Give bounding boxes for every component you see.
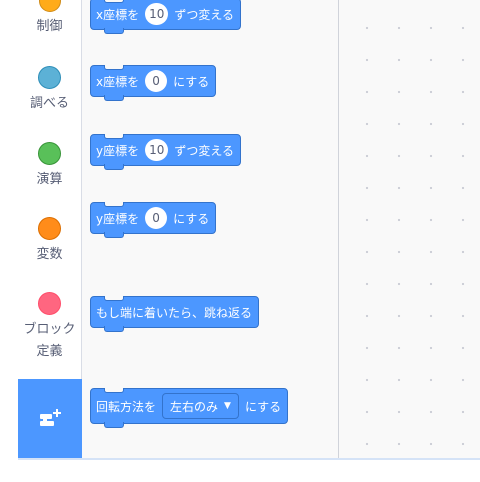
palette-scrollbar[interactable] [330,0,338,458]
script-workspace[interactable] [339,0,480,458]
rotation-style-dropdown[interactable]: 左右のみ ▼ [162,393,239,419]
add-extension-button[interactable] [18,379,82,458]
change-x-block[interactable]: x座標を 10 ずつ変える [90,0,242,34]
category-sensing[interactable]: 調べる [18,66,81,115]
category-my-blocks-dot [38,292,61,315]
category-sensing-dot [38,66,61,89]
block-text: 回転方法を [96,399,157,414]
block-text: y座標を [96,211,140,226]
category-variables-dot [38,217,61,240]
block-text: y座標を [96,143,140,158]
change-x-value-input[interactable]: 10 [145,3,169,25]
left-strip [0,0,18,458]
category-label: 演算 [36,172,63,187]
category-label: 調べる [29,96,69,111]
change-y-value-input[interactable]: 10 [145,139,169,161]
block-text: x座標を [96,7,140,22]
category-operators-dot [38,142,61,165]
set-y-block[interactable]: y座標を 0 にする [90,202,217,238]
block-text: にする [244,399,282,414]
category-label: 変数 [36,247,63,262]
block-text: ずつ変える [174,7,235,22]
set-x-value-input[interactable]: 0 [145,70,168,92]
dropdown-caret-icon: ▼ [224,401,231,411]
bottom-bar [18,458,480,482]
bounce-on-edge-block[interactable]: もし端に着いたら、跳ね返る [90,296,260,332]
set-x-block[interactable]: x座標を 0 にする [90,65,217,101]
change-y-block[interactable]: y座標を 10 ずつ変える [90,134,242,170]
category-variables[interactable]: 変数 [18,217,81,266]
category-label: ブロック定義 [23,322,76,359]
block-text: もし端に着いたら、跳ね返る [96,305,253,320]
category-my-blocks[interactable]: ブロック定義 [18,292,81,363]
add-extension-icon [40,408,61,426]
category-label: 制御 [36,19,63,34]
set-y-value-input[interactable]: 0 [145,207,168,229]
block-text: にする [173,211,210,226]
block-text: にする [173,74,210,89]
block-text: ずつ変える [174,143,235,158]
set-rotation-style-block[interactable]: 回転方法を 左右のみ ▼ にする [90,388,289,428]
dropdown-selected-value: 左右のみ [170,399,219,414]
category-control[interactable]: 制御 [18,0,81,38]
category-operators[interactable]: 演算 [18,142,81,191]
category-control-dot [38,0,61,12]
block-text: x座標を [96,74,140,89]
